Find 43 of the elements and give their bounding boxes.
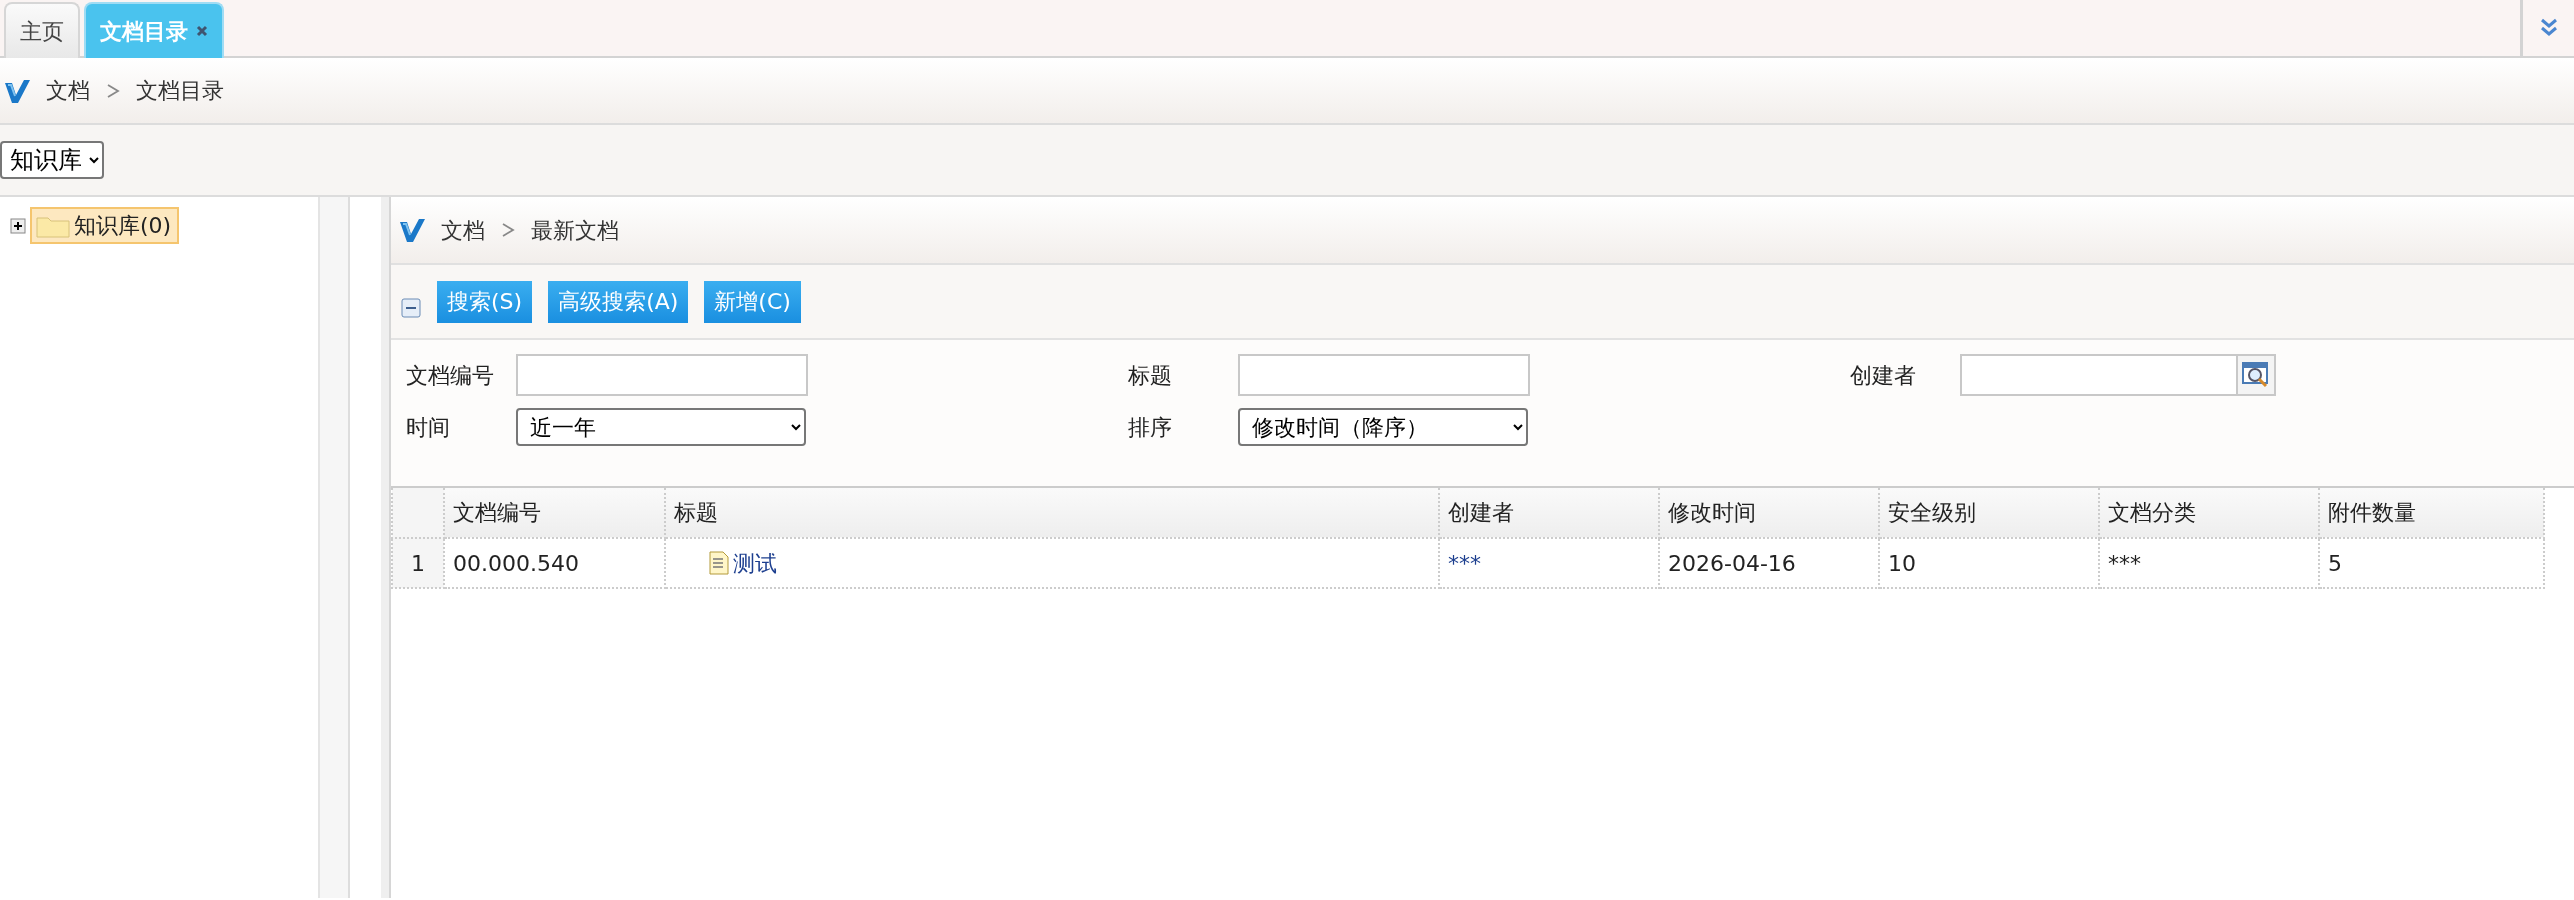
table-cell: *** [2099, 538, 2319, 588]
library-select[interactable]: 知识库 [0, 141, 104, 179]
creator-link[interactable]: *** [1448, 550, 1481, 576]
column-header: 标题 [665, 488, 1439, 538]
column-header: 创建者 [1439, 488, 1659, 538]
field-label: 排序 [1128, 413, 1173, 442]
table-cell: 10 [1879, 538, 2099, 588]
tree-node[interactable]: 知识库(0) [30, 207, 180, 244]
logo-icon [399, 217, 425, 243]
close-icon[interactable] [196, 25, 208, 37]
column-header: 文档编号 [444, 488, 665, 538]
text-field[interactable] [1960, 354, 2238, 396]
document-link[interactable]: 测试 [733, 546, 777, 580]
breadcrumb-item: 文档目录 [136, 77, 224, 105]
tab[interactable]: 主页 [4, 2, 80, 58]
document-icon [709, 551, 729, 575]
double-chevron-down-icon[interactable] [2538, 17, 2559, 39]
column-header: 修改时间 [1659, 488, 1879, 538]
chevron-right-icon [106, 81, 120, 100]
field-label: 创建者 [1850, 361, 1917, 390]
field-label: 时间 [406, 413, 451, 442]
text-field[interactable] [516, 354, 808, 396]
expand-icon[interactable] [10, 217, 26, 234]
breadcrumb-item: 最新文档 [531, 216, 619, 245]
table-cell: 2026-04-16 [1659, 538, 1879, 588]
breadcrumb-item: 文档 [441, 216, 485, 245]
column-header: 附件数量 [2319, 488, 2544, 538]
row-number: 1 [392, 538, 444, 588]
dropdown-select[interactable]: 修改时间（降序） [1238, 408, 1528, 446]
breadcrumb-item: 文档 [46, 77, 90, 105]
field-label: 标题 [1128, 361, 1173, 390]
field-label: 文档编号 [406, 361, 495, 390]
table-cell: 5 [2319, 538, 2544, 588]
search-icon [2241, 360, 2271, 390]
text-field[interactable] [1238, 354, 1530, 396]
lookup-button[interactable] [2238, 354, 2276, 396]
column-header: 文档分类 [2099, 488, 2319, 538]
logo-icon [4, 77, 30, 104]
dropdown-select[interactable]: 近一年 [516, 408, 806, 446]
table-cell: 00.000.540 [444, 538, 665, 588]
column-header: 安全级别 [1879, 488, 2099, 538]
chevron-right-icon [501, 221, 515, 239]
collapse-icon[interactable] [401, 297, 421, 318]
